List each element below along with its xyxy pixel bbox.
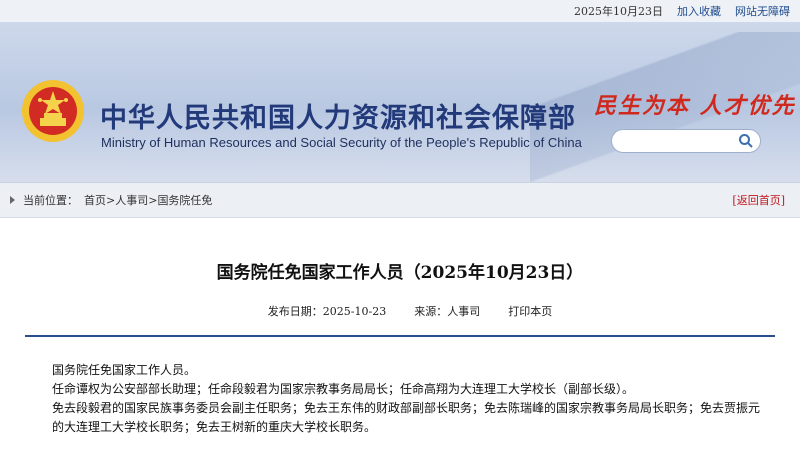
breadcrumb-separator: >: [106, 194, 116, 207]
breadcrumb-appointments[interactable]: 国务院任免: [157, 194, 212, 207]
article-paragraph: 任命谭权为公安部部长助理；任命段毅君为国家宗教事务局局长；任命高翔为大连理工大学…: [52, 382, 635, 396]
article-paragraph: 免去段毅君的国家民族事务委员会副主任职务；免去王东伟的财政部副部长职务；免去陈瑞…: [52, 401, 761, 434]
search-icon[interactable]: [738, 133, 754, 149]
article-source: 来源：人事司: [414, 305, 481, 318]
add-favorite-link[interactable]: 加入收藏: [677, 3, 721, 19]
search-input[interactable]: [622, 131, 746, 153]
current-date: 2025年10月23日: [574, 5, 663, 18]
article-paragraph: 国务院任免国家工作人员。: [52, 363, 197, 377]
breadcrumb: 当前位置： 首页>人事司>国务院任免 [返回首页]: [0, 182, 800, 218]
triangle-right-icon: [10, 196, 15, 204]
article: 国务院任免国家工作人员（2025年10月23日） 发布日期：2025-10-23…: [25, 228, 775, 437]
article-title: 国务院任免国家工作人员（2025年10月23日）: [216, 263, 584, 283]
breadcrumb-trail: 首页>人事司>国务院任免: [84, 192, 212, 208]
top-utility-bar: 2025年10月23日 加入收藏 网站无障碍: [0, 0, 800, 22]
site-banner: 中华人民共和国人力资源和社会保障部 Ministry of Human Reso…: [0, 22, 800, 182]
publish-date: 发布日期：2025-10-23: [267, 305, 387, 318]
breadcrumb-personnel-dept[interactable]: 人事司: [115, 194, 148, 207]
site-title-en: Ministry of Human Resources and Social S…: [101, 135, 582, 150]
print-page-link[interactable]: 打印本页: [508, 303, 552, 319]
article-body: 国务院任免国家工作人员。 任命谭权为公安部部长助理；任命段毅君为国家宗教事务局局…: [25, 361, 775, 437]
article-meta: 发布日期：2025-10-23 来源：人事司 打印本页: [25, 303, 775, 319]
breadcrumb-home[interactable]: 首页: [84, 194, 106, 207]
return-home-link[interactable]: [返回首页]: [732, 192, 785, 208]
divider: [25, 335, 775, 337]
national-emblem-icon: [22, 80, 84, 142]
search-box: [611, 129, 761, 153]
breadcrumb-label: 当前位置：: [23, 194, 78, 207]
accessibility-link[interactable]: 网站无障碍: [735, 3, 790, 19]
slogan: 民生为本 人才优先: [594, 93, 796, 119]
site-title-cn: 中华人民共和国人力资源和社会保障部: [100, 103, 576, 134]
